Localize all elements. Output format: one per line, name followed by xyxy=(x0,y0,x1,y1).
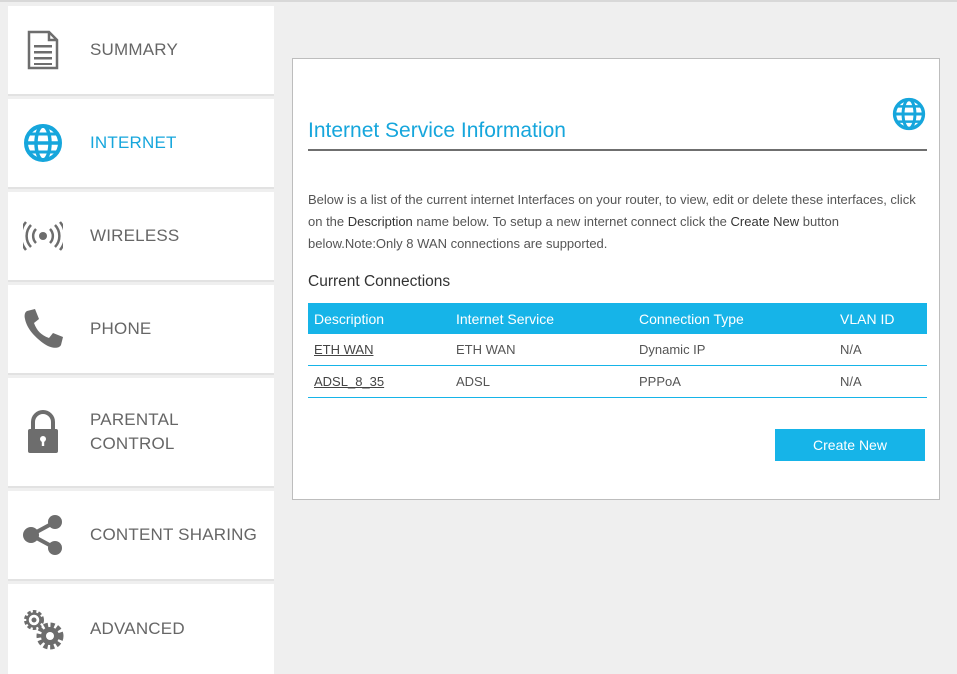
cell-vlan-id: N/A xyxy=(834,365,927,398)
sidebar-item-label: PHONE xyxy=(90,319,152,338)
wireless-icon xyxy=(20,213,66,259)
column-header-internet-service: Internet Service xyxy=(450,303,633,334)
cell-vlan-id: N/A xyxy=(834,334,927,366)
sidebar-item-parental-control[interactable]: PARENTAL CONTROL xyxy=(8,378,274,488)
sidebar-item-content-sharing[interactable]: CONTENT SHARING xyxy=(8,491,274,581)
sidebar-item-summary[interactable]: SUMMARY xyxy=(8,6,274,96)
connection-link-adsl[interactable]: ADSL_8_35 xyxy=(314,374,384,389)
sidebar-item-phone[interactable]: PHONE xyxy=(8,285,274,375)
page-title: Internet Service Information xyxy=(308,119,566,142)
intro-create-emphasis: Create New xyxy=(730,214,800,229)
section-title: Current Connections xyxy=(308,273,451,290)
cell-connection-type: Dynamic IP xyxy=(633,334,834,366)
intro-text: Below is a list of the current internet … xyxy=(308,189,928,255)
globe-icon xyxy=(20,120,66,166)
sidebar-item-label-line2: CONTROL xyxy=(90,434,175,453)
sidebar-item-label-line1: PARENTAL xyxy=(90,410,179,429)
lock-icon xyxy=(20,409,66,455)
cell-internet-service: ADSL xyxy=(450,365,633,398)
globe-icon xyxy=(892,97,926,136)
share-icon xyxy=(20,512,66,558)
sidebar-item-label: SUMMARY xyxy=(90,40,178,59)
document-icon xyxy=(20,27,66,73)
column-header-connection-type: Connection Type xyxy=(633,303,834,334)
create-new-button[interactable]: Create New xyxy=(775,429,925,461)
cell-internet-service: ETH WAN xyxy=(450,334,633,366)
sidebar-item-advanced[interactable]: ADVANCED xyxy=(8,584,274,674)
cell-connection-type: PPPoA xyxy=(633,365,834,398)
cell-description: ETH WAN xyxy=(308,334,450,366)
connection-link-eth-wan[interactable]: ETH WAN xyxy=(314,342,373,357)
intro-part-2: name below. To setup a new internet conn… xyxy=(412,214,731,229)
table-row: ETH WAN ETH WAN Dynamic IP N/A xyxy=(308,334,927,366)
sidebar-item-label: ADVANCED xyxy=(90,619,185,638)
connections-table: Description Internet Service Connection … xyxy=(308,303,927,398)
sidebar-item-internet[interactable]: INTERNET xyxy=(8,99,274,189)
title-divider xyxy=(308,149,927,151)
table-header-row: Description Internet Service Connection … xyxy=(308,303,927,334)
internet-service-panel: Internet Service Information Below is a … xyxy=(292,58,940,500)
column-header-vlan-id: VLAN ID xyxy=(834,303,927,334)
table-row: ADSL_8_35 ADSL PPPoA N/A xyxy=(308,365,927,398)
sidebar-item-label: WIRELESS xyxy=(90,226,180,245)
intro-description-emphasis: Description xyxy=(347,214,413,229)
sidebar-item-label: INTERNET xyxy=(90,133,177,152)
sidebar-item-label: PARENTAL CONTROL xyxy=(90,408,179,456)
phone-icon xyxy=(20,306,66,352)
sidebar-item-label: CONTENT SHARING xyxy=(90,525,258,544)
gears-icon xyxy=(20,606,66,652)
sidebar-item-wireless[interactable]: WIRELESS xyxy=(8,192,274,282)
cell-description: ADSL_8_35 xyxy=(308,365,450,398)
column-header-description: Description xyxy=(308,303,450,334)
